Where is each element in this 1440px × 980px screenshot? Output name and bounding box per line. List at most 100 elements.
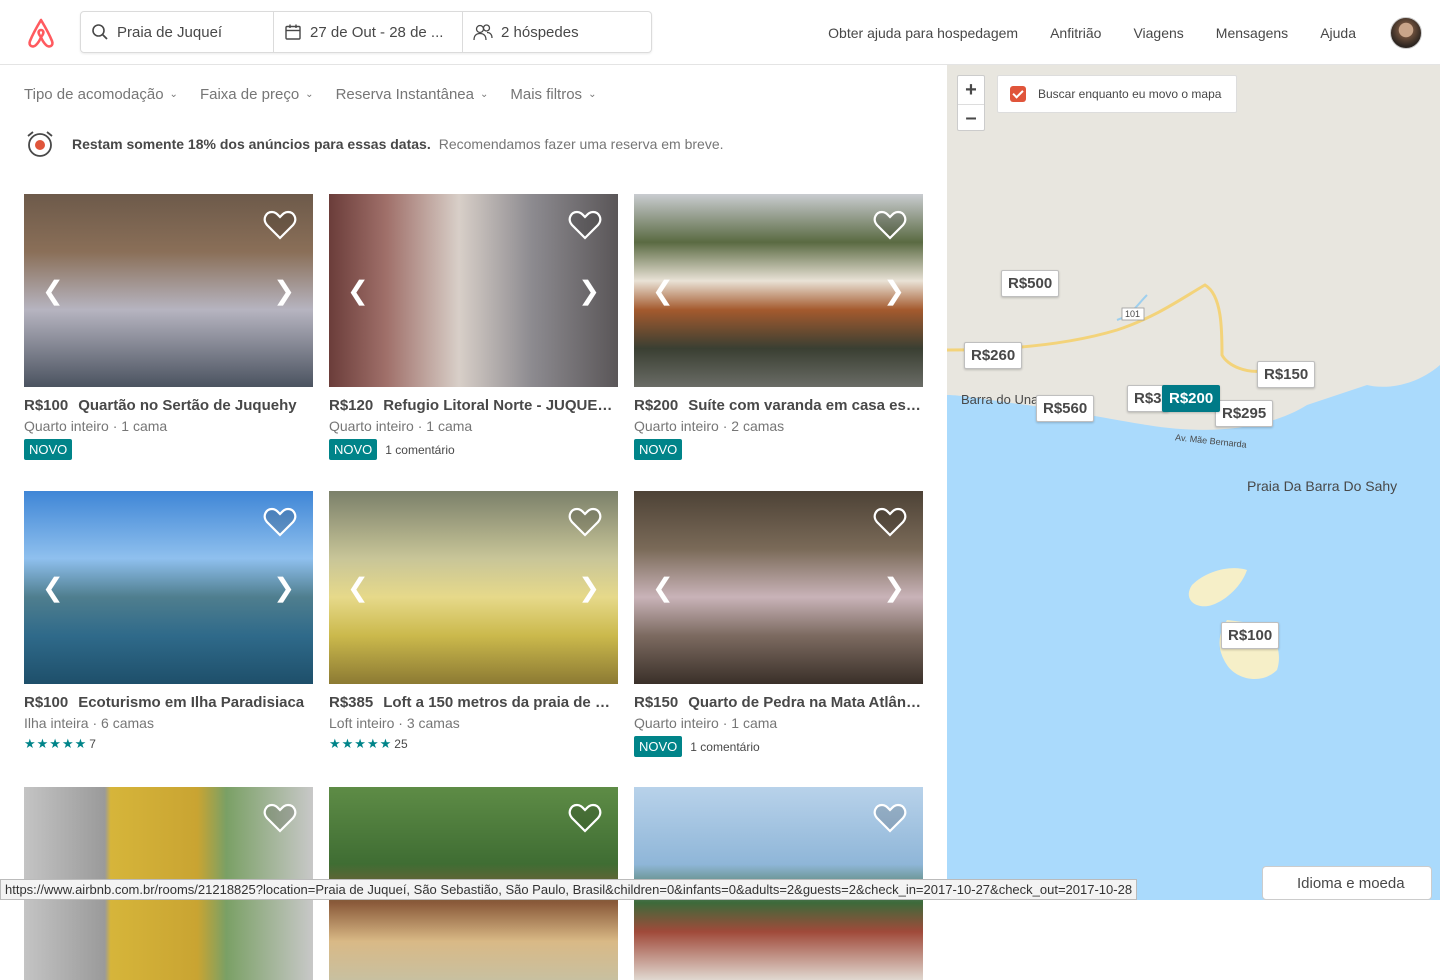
filter-label: Reserva Instantânea — [335, 86, 474, 103]
checkbox-label: Buscar enquanto eu movo o mapa — [1038, 87, 1222, 101]
filter-label: Tipo de acomodação — [24, 86, 164, 103]
price-pin-active[interactable]: R$200 — [1162, 385, 1221, 412]
listing-photo[interactable]: ❮ ❯ — [634, 194, 923, 387]
listing-photo[interactable]: ❮ ❯ — [24, 194, 313, 387]
place-label-praia-sahy: Praia Da Barra Do Sahy — [1247, 478, 1398, 494]
filter-room-type[interactable]: Tipo de acomodação ⌄ — [24, 86, 178, 103]
listing-card[interactable]: ❮ ❯ R$100 Quartão no Sertão de Juquehy Qu… — [24, 194, 313, 460]
rating-stars: ★★★★★ — [24, 736, 88, 751]
nav-host[interactable]: Anfitrião — [1050, 25, 1101, 41]
heart-icon[interactable] — [873, 210, 907, 240]
listing-price: R$385 — [329, 694, 374, 711]
checkbox-checked[interactable] — [1010, 86, 1026, 102]
chevron-left-icon[interactable]: ❮ — [347, 572, 369, 603]
listing-title[interactable]: R$385 Loft a 150 metros da praia de Juque… — [329, 694, 618, 711]
heart-icon[interactable] — [568, 507, 602, 537]
chevron-right-icon[interactable]: ❯ — [273, 572, 295, 603]
listing-meta: ★★★★★ 7 — [24, 736, 313, 752]
chevron-right-icon[interactable]: ❯ — [883, 275, 905, 306]
listing-title[interactable]: R$200 Suíte com varanda em casa espaçosa — [634, 397, 923, 414]
search-bar: Praia de Juqueí 27 de Out - 28 de ... 2 … — [80, 11, 652, 53]
listing-card[interactable]: ❮ ❯ R$200 Suíte com varanda em casa espaç… — [634, 194, 923, 460]
chevron-right-icon[interactable]: ❯ — [578, 572, 600, 603]
place-label-barra-do-una: Barra do Una — [961, 392, 1039, 407]
map-panel[interactable]: + – Buscar enquanto eu movo o mapa 101 B… — [947, 65, 1440, 900]
price-pin[interactable]: R$100 — [1221, 622, 1280, 649]
chevron-left-icon[interactable]: ❮ — [42, 572, 64, 603]
listing-title[interactable]: R$100 Ecoturismo em Ilha Paradisiaca — [24, 694, 313, 711]
nav-help-hosting[interactable]: Obter ajuda para hospedagem — [828, 25, 1018, 41]
notice-strong: Restam somente 18% dos anúncios para ess… — [72, 136, 431, 152]
price-pin[interactable]: R$295 — [1215, 400, 1274, 427]
heart-icon[interactable] — [263, 507, 297, 537]
listing-photo[interactable]: ❮ ❯ — [329, 491, 618, 684]
chevron-right-icon[interactable]: ❯ — [578, 275, 600, 306]
listing-name: Quartão no Sertão de Juquehy — [78, 397, 297, 414]
nav-trips[interactable]: Viagens — [1133, 25, 1183, 41]
price-pin[interactable]: R$260 — [964, 342, 1023, 369]
zoom-control: + – — [957, 75, 985, 131]
chevron-down-icon: ⌄ — [588, 89, 597, 100]
price-pin[interactable]: R$150 — [1257, 361, 1316, 388]
filter-price-range[interactable]: Faixa de preço ⌄ — [200, 86, 314, 103]
nav-messages[interactable]: Mensagens — [1216, 25, 1288, 41]
chevron-right-icon[interactable]: ❯ — [273, 275, 295, 306]
rating-stars: ★★★★★ — [329, 736, 393, 751]
listing-name: Suíte com varanda em casa espaçosa — [688, 397, 923, 414]
chevron-left-icon[interactable]: ❮ — [652, 275, 674, 306]
listing-meta: NOVO 1 comentário — [634, 736, 923, 757]
listing-photo[interactable]: ❮ ❯ — [634, 491, 923, 684]
listing-card[interactable]: ❮ ❯ R$150 Quarto de Pedra na Mata Atlânti… — [634, 491, 923, 757]
zoom-in-button[interactable]: + — [958, 76, 984, 104]
price-pin[interactable]: R$560 — [1036, 395, 1095, 422]
heart-icon[interactable] — [263, 803, 297, 833]
listing-title[interactable]: R$150 Quarto de Pedra na Mata Atlântica — [634, 694, 923, 711]
filter-bar: Tipo de acomodação ⌄ Faixa de preço ⌄ Re… — [24, 86, 618, 103]
location-search-field[interactable]: Praia de Juqueí — [81, 12, 273, 52]
listing-meta: ★★★★★ 25 — [329, 736, 618, 752]
heart-icon[interactable] — [873, 507, 907, 537]
new-badge: NOVO — [634, 439, 683, 460]
chevron-left-icon[interactable]: ❮ — [42, 275, 64, 306]
listing-title[interactable]: R$100 Quartão no Sertão de Juquehy — [24, 397, 313, 414]
chevron-left-icon[interactable]: ❮ — [347, 275, 369, 306]
heart-icon[interactable] — [263, 210, 297, 240]
filter-label: Faixa de preço — [199, 86, 300, 103]
language-currency-button[interactable]: Idioma e moeda — [1262, 866, 1432, 900]
listing-photo[interactable]: ❮ ❯ — [24, 491, 313, 684]
guests-field[interactable]: 2 hóspedes — [462, 12, 651, 52]
dates-field[interactable]: 27 de Out - 28 de ... — [273, 12, 462, 52]
zoom-out-button[interactable]: – — [958, 104, 984, 132]
new-badge: NOVO — [634, 736, 683, 757]
calendar-icon — [285, 24, 301, 40]
listing-price: R$200 — [634, 397, 679, 414]
nav-help[interactable]: Ajuda — [1320, 25, 1356, 41]
listing-price: R$100 — [24, 397, 69, 414]
price-pin[interactable]: R$500 — [1001, 270, 1060, 297]
listing-meta: NOVO 1 comentário — [329, 439, 618, 460]
road-label: 101 — [1125, 309, 1141, 319]
listing-name: Loft a 150 metros da praia de Juquehy — [383, 694, 618, 711]
filter-more[interactable]: Mais filtros ⌄ — [510, 86, 596, 103]
search-as-map-moves[interactable]: Buscar enquanto eu movo o mapa — [997, 75, 1237, 113]
filter-instant-book[interactable]: Reserva Instantânea ⌄ — [336, 86, 489, 103]
avatar[interactable] — [1390, 16, 1422, 49]
listing-price: R$100 — [24, 694, 69, 711]
heart-icon[interactable] — [568, 803, 602, 833]
chevron-right-icon[interactable]: ❯ — [883, 572, 905, 603]
airbnb-logo-icon[interactable] — [24, 16, 58, 50]
browser-status-bar: https://www.airbnb.com.br/rooms/21218825… — [0, 879, 1138, 900]
listing-name: Refugio Litoral Norte - JUQUEHY — [383, 397, 618, 414]
top-header: Praia de Juqueí 27 de Out - 28 de ... 2 … — [0, 0, 1440, 65]
chevron-left-icon[interactable]: ❮ — [652, 572, 674, 603]
review-count: 7 — [89, 737, 96, 751]
listing-photo[interactable]: ❮ ❯ — [329, 194, 618, 387]
heart-icon[interactable] — [568, 210, 602, 240]
listing-title[interactable]: R$120 Refugio Litoral Norte - JUQUEHY — [329, 397, 618, 414]
heart-icon[interactable] — [873, 803, 907, 833]
listing-card[interactable]: ❮ ❯ R$385 Loft a 150 metros da praia de J… — [329, 491, 618, 752]
review-count: 1 comentário — [690, 739, 760, 754]
listing-card[interactable]: ❮ ❯ R$100 Ecoturismo em Ilha Paradisiaca … — [24, 491, 313, 752]
listing-card[interactable]: ❮ ❯ R$120 Refugio Litoral Norte - JUQUEHY… — [329, 194, 618, 460]
notice-light: Recomendamos fazer uma reserva em breve. — [438, 136, 724, 152]
